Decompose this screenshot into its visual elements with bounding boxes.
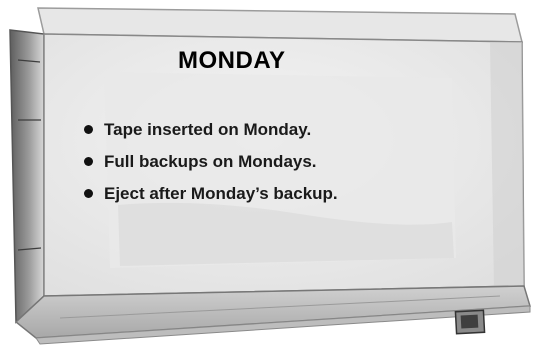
label-notes-list: Tape inserted on Monday. Full backups on… [84,117,338,213]
note-text: Full backups on Mondays. [104,152,317,171]
label-title: MONDAY [178,47,286,74]
bullet-icon [84,189,93,198]
bullet-icon [84,125,93,134]
tape-cartridge-photo: MONDAY Tape inserted on Monday. Full bac… [0,0,538,348]
note-text: Tape inserted on Monday. [104,120,312,139]
list-item: Eject after Monday’s backup. [84,181,338,213]
list-item: Full backups on Mondays. [84,149,338,181]
note-text: Eject after Monday’s backup. [104,184,338,203]
bullet-icon [84,157,93,166]
list-item: Tape inserted on Monday. [84,117,338,149]
write-protect-switch-icon [454,309,486,335]
cartridge-left-side [9,29,45,324]
